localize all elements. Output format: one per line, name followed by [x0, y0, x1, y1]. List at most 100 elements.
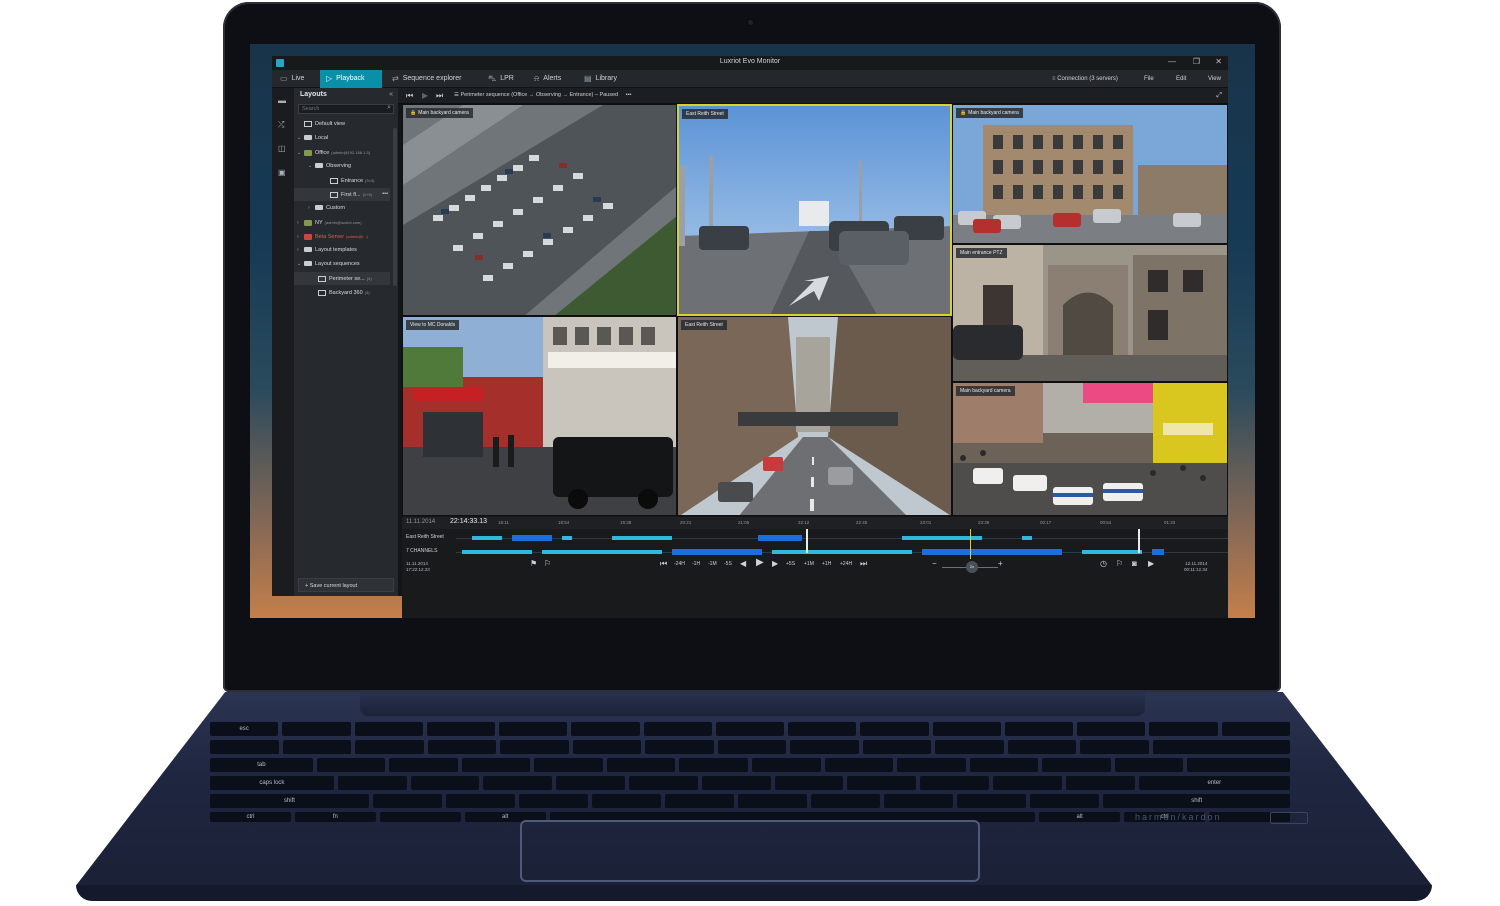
tab-sequence-explorer[interactable]: ⇄ Sequence explorer	[386, 70, 467, 88]
chevron-down-icon[interactable]: ⌄	[297, 132, 304, 145]
jump-forward-1m[interactable]: +1M	[804, 561, 814, 567]
step-forward-icon[interactable]: ▶	[772, 559, 778, 568]
tree-item-label: Default view	[315, 121, 345, 127]
speed-decrease-button[interactable]: −	[932, 559, 937, 568]
key	[1221, 722, 1290, 736]
camera-tile[interactable]: East Reith Street	[677, 316, 952, 516]
playhead[interactable]	[806, 529, 808, 553]
chevron-right-icon[interactable]: ›	[297, 231, 304, 244]
skip-start-icon[interactable]: ⏮	[660, 559, 667, 569]
time-tick: 23:01	[920, 520, 932, 525]
chevron-right-icon[interactable]: ›	[297, 217, 304, 230]
chevron-down-icon[interactable]: ⌄	[297, 147, 304, 160]
tree-item-custom[interactable]: › Custom	[294, 202, 390, 215]
shuffle-icon[interactable]: ⤮	[278, 120, 288, 130]
restore-button[interactable]: ❐	[1193, 57, 1200, 66]
more-options-icon[interactable]: •••	[382, 188, 388, 201]
key	[499, 722, 568, 736]
speed-knob[interactable]: 2x	[966, 561, 978, 573]
camera-tile[interactable]: Main backyard camera	[952, 382, 1228, 516]
layout-search-input[interactable]	[299, 105, 393, 113]
edit-menu[interactable]: Edit	[1176, 70, 1186, 88]
range-end-flag-icon[interactable]: ⚐	[544, 559, 551, 568]
jump-back-24h[interactable]: -24H	[674, 561, 685, 567]
chevron-right-icon[interactable]: ›	[308, 202, 315, 215]
play-button[interactable]: ▶	[756, 557, 764, 568]
tree-item-subtitle: (admin@192.168.1.5)	[331, 150, 371, 155]
tab-live[interactable]: ▭ Live	[274, 70, 310, 88]
tree-item-local[interactable]: ⌄ Local	[294, 132, 390, 145]
connection-menu[interactable]: ≡ Connection (3 servers)	[1052, 70, 1118, 88]
time-ruler[interactable]: 11.11.2014 22:14:33.13 18:11 18:54 19:38…	[402, 517, 1228, 529]
tree-item-beta-server[interactable]: › Beta Server (admin@l...)	[294, 230, 390, 243]
snapshot-icon[interactable]: ◙	[1132, 559, 1137, 568]
tree-item-ny[interactable]: › NY (admin@luxriot.com)	[294, 216, 390, 229]
tree-item-label: Entrance	[341, 178, 364, 184]
tree-item-office[interactable]: ⌄ Office (admin@192.168.1.5)	[294, 146, 390, 159]
timeline-track[interactable]: 7 CHANNELS	[402, 547, 1228, 557]
file-menu[interactable]: File	[1144, 70, 1154, 88]
tab-playback[interactable]: ▷ Playback	[320, 70, 382, 88]
tree-item-observing[interactable]: ⌄ Observing	[294, 160, 390, 173]
fullscreen-icon[interactable]: ⤢	[1216, 92, 1222, 100]
close-button[interactable]: ✕	[1215, 57, 1222, 66]
skip-end-icon[interactable]: ⏭	[436, 91, 443, 101]
tree-item-default-view[interactable]: Default view	[294, 118, 390, 131]
camera-label: 🔒 Main backyard camera	[956, 108, 1023, 118]
screen: Luxriot Evo Monitor — ❐ ✕ ▭ Live ▷ Playb…	[250, 44, 1255, 618]
bookmark-icon[interactable]: ⚐	[1116, 559, 1123, 568]
play-icon[interactable]: ▶	[422, 91, 428, 100]
key-fn: fn	[294, 812, 376, 822]
video-frame	[403, 317, 676, 515]
speed-increase-button[interactable]: +	[998, 559, 1003, 568]
save-current-layout-button[interactable]: + Save current layout	[298, 578, 394, 592]
tree-item-first-floor[interactable]: First fl... (1+5) •••	[294, 188, 390, 201]
range-end-marker[interactable]	[1138, 529, 1140, 553]
collapse-panel-icon[interactable]: «	[389, 88, 393, 102]
tree-item-subtitle: (1+5)	[362, 192, 373, 197]
jump-back-5s[interactable]: -5S	[724, 561, 732, 567]
key-shift-left: shift	[210, 794, 369, 808]
jump-forward-24h[interactable]: +24H	[840, 561, 852, 567]
key	[518, 794, 589, 808]
jump-back-1h[interactable]: -1H	[692, 561, 700, 567]
export-video-icon[interactable]: ▶	[1148, 559, 1154, 568]
monitor-icon	[304, 120, 312, 127]
tab-lpr[interactable]: ⛍ LPR	[482, 70, 520, 88]
connection-label: Connection (3 servers)	[1057, 76, 1118, 82]
clock-icon[interactable]: ◷	[1100, 559, 1107, 568]
tree-item-backyard-360[interactable]: Backyard 360 (3)	[294, 286, 390, 299]
camera-tile[interactable]: 🔒 Main backyard camera	[402, 104, 677, 316]
jump-forward-5s[interactable]: +5S	[786, 561, 795, 567]
sidebar-scrollbar[interactable]	[393, 128, 397, 286]
chevron-right-icon[interactable]: ›	[297, 244, 304, 257]
jump-forward-1h[interactable]: +1H	[822, 561, 831, 567]
camera-tile[interactable]: 🔒 Main backyard camera	[952, 104, 1228, 244]
range-start-flag-icon[interactable]: ⚑	[530, 559, 537, 568]
recording-segment	[462, 550, 532, 554]
tree-item-layout-sequences[interactable]: ⌄ Layout sequences	[294, 258, 390, 271]
jump-back-1m[interactable]: -1M	[708, 561, 717, 567]
skip-start-icon[interactable]: ⏮	[406, 91, 413, 101]
devices-icon[interactable]: ▣	[278, 168, 288, 178]
lock-icon: 🔒	[410, 110, 417, 116]
tree-item-layout-templates[interactable]: › Layout templates	[294, 244, 390, 257]
camera-tile[interactable]: Main entrance PTZ	[952, 244, 1228, 382]
camera-tile-selected[interactable]: East Reith Street	[677, 104, 952, 316]
skip-end-icon[interactable]: ⏭	[860, 559, 867, 569]
tab-alerts[interactable]: ⍾ Alerts	[528, 70, 567, 88]
layouts-icon[interactable]: ▬	[278, 96, 288, 106]
tab-library[interactable]: ▤ Library	[578, 70, 623, 88]
camera-tile[interactable]: View to MC Donalds	[402, 316, 677, 516]
timeline-track[interactable]: East Reith Street	[402, 533, 1228, 543]
more-options-icon[interactable]: •••	[626, 92, 632, 98]
tree-item-perimeter-sequence[interactable]: Perimeter se... (4)	[294, 272, 390, 285]
minimize-button[interactable]: —	[1168, 57, 1176, 66]
step-back-icon[interactable]: ◀	[740, 559, 746, 568]
tree-item-entrance[interactable]: Entrance (3×3)	[294, 174, 390, 187]
map-icon[interactable]: ◫	[278, 144, 288, 154]
chevron-down-icon[interactable]: ⌄	[308, 160, 315, 173]
tree-item-label: Perimeter se...	[329, 276, 365, 282]
view-menu[interactable]: View	[1208, 70, 1221, 88]
chevron-down-icon[interactable]: ⌄	[297, 258, 304, 271]
